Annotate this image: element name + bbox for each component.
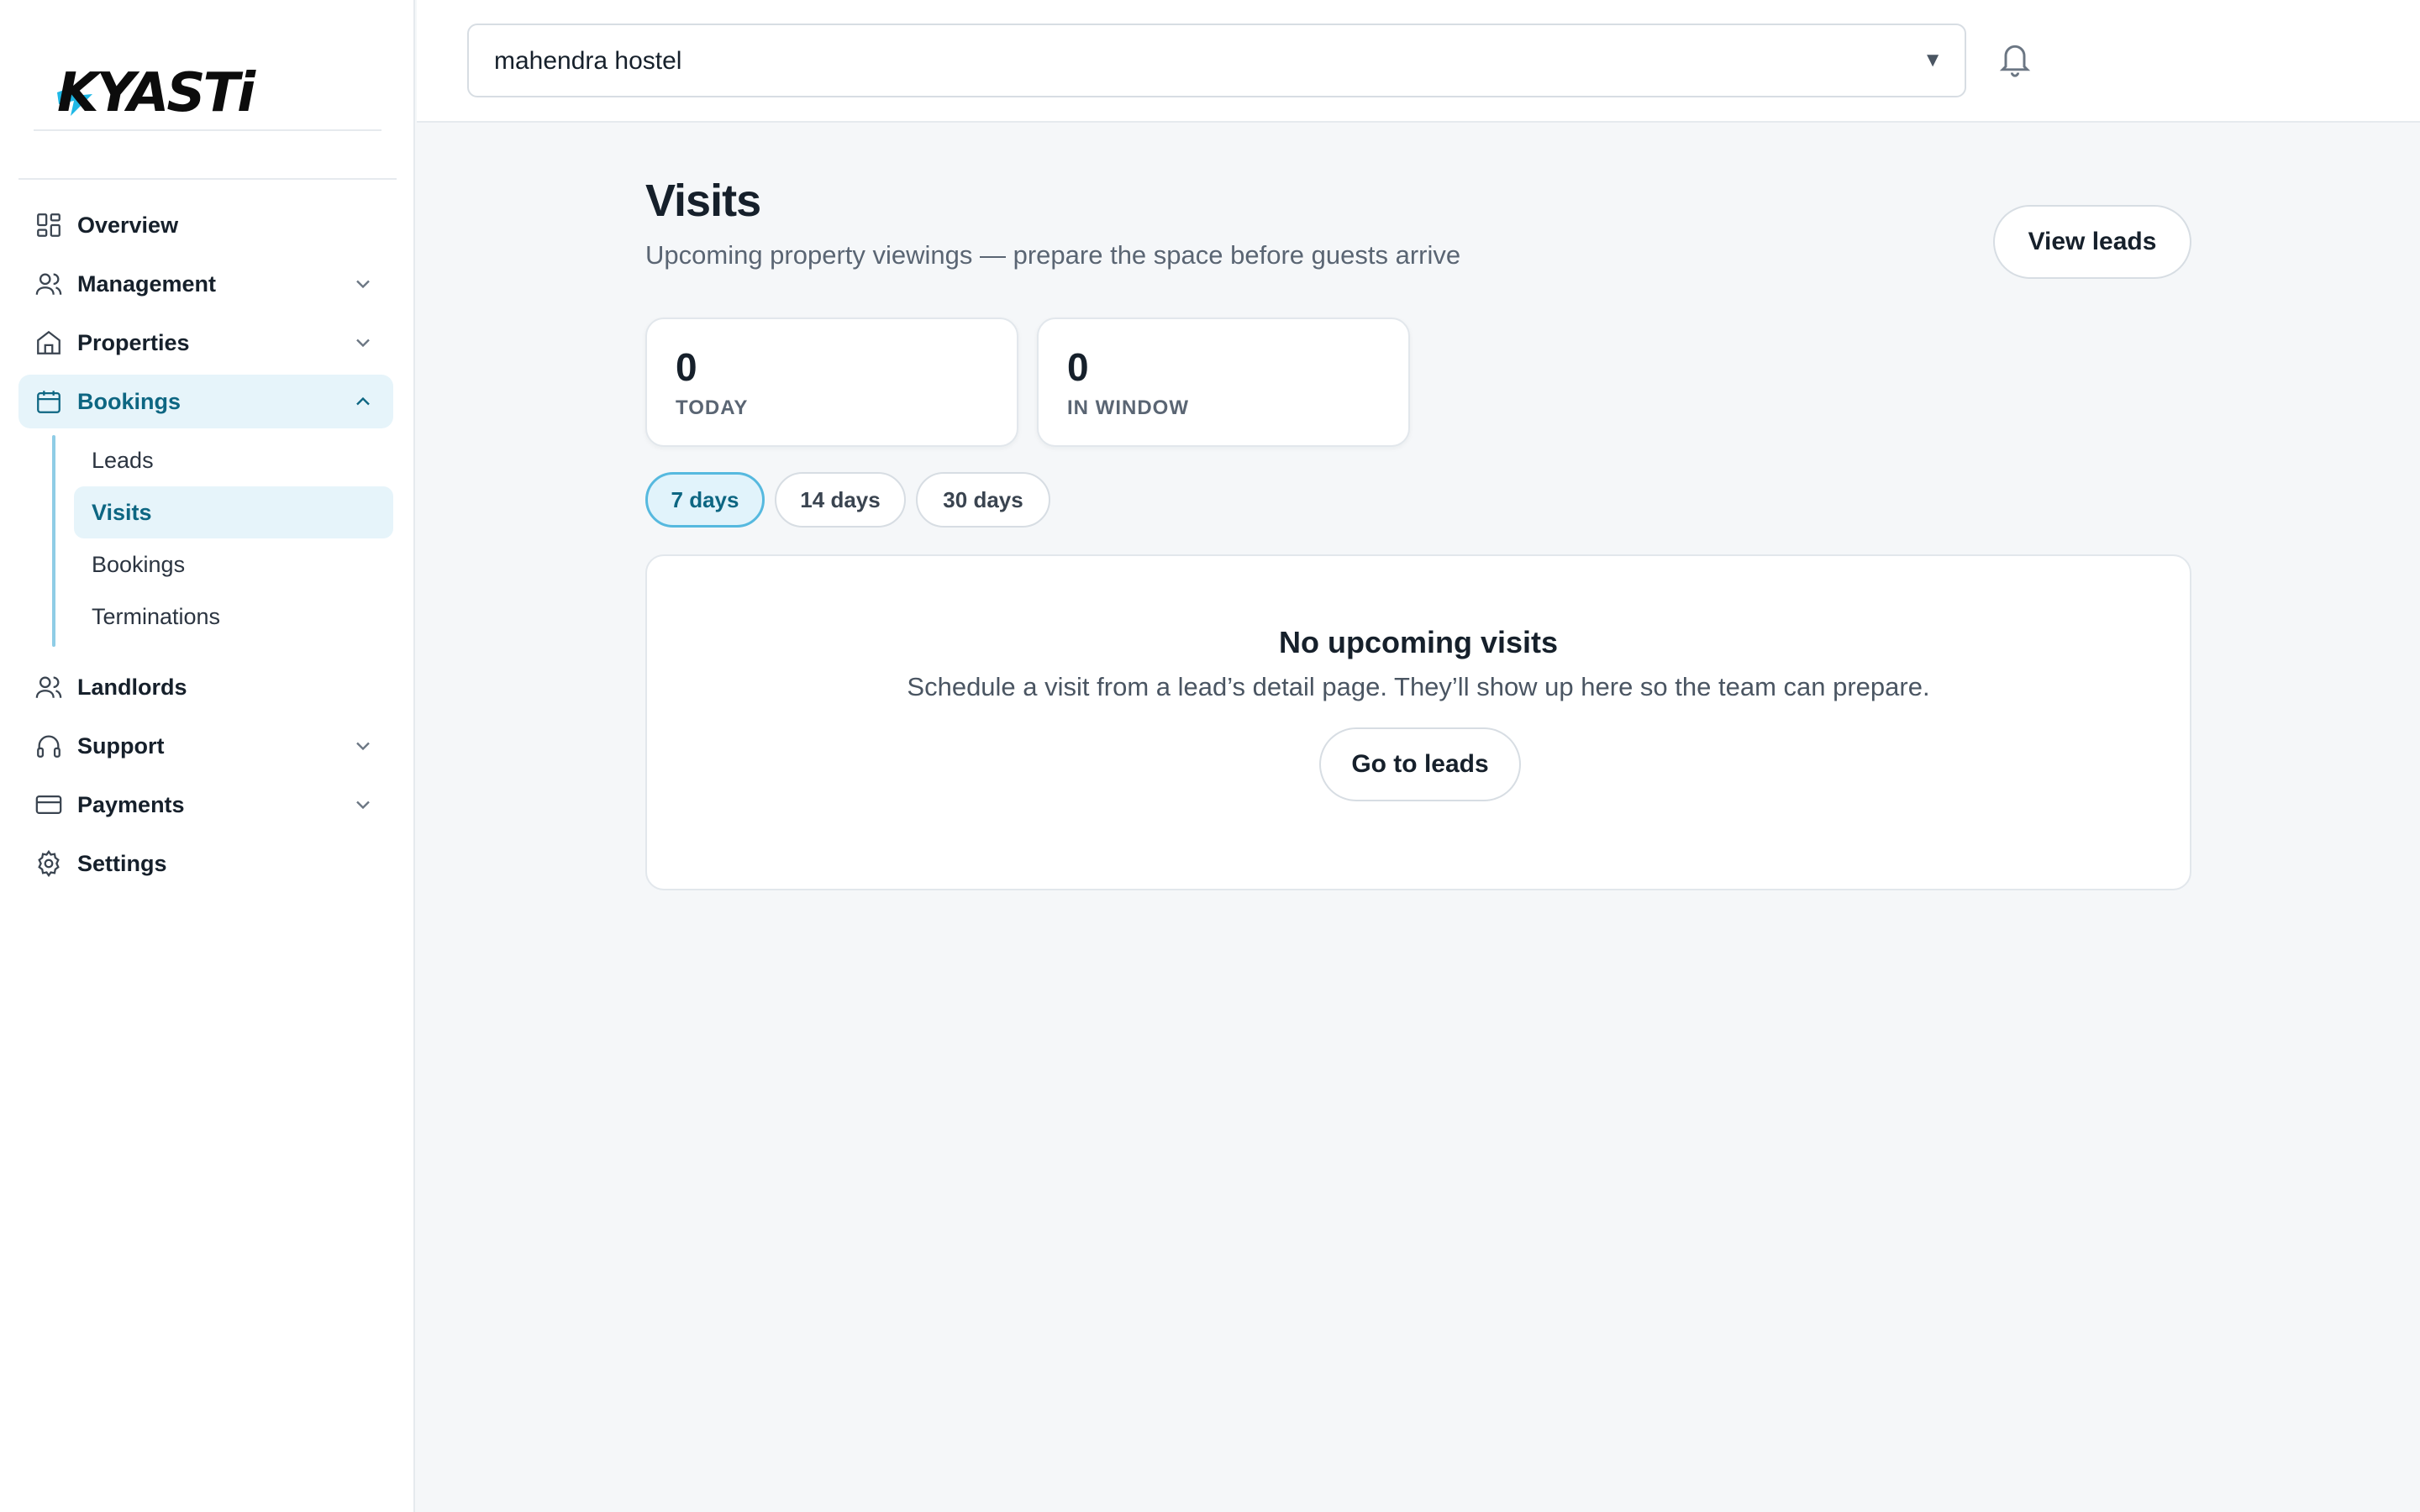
stat-value: 0 <box>1067 345 1089 389</box>
page-title: Visits <box>645 176 761 226</box>
users-icon <box>34 672 64 702</box>
sidebar-subitem-bookings[interactable]: Bookings <box>74 538 393 591</box>
sidebar-item-label: Management <box>77 270 217 297</box>
sidebar-item-label: Overview <box>77 212 179 238</box>
subnav-indicator <box>52 435 55 647</box>
empty-state-title: No upcoming visits <box>1278 625 1559 659</box>
page-subtitle: Upcoming property viewings — prepare the… <box>645 240 1461 270</box>
sidebar-item-overview[interactable]: Overview <box>18 198 393 252</box>
sidebar-subitem-leads[interactable]: Leads <box>74 434 393 486</box>
stat-label: TODAY <box>676 396 749 419</box>
brand-logo[interactable]: KYASTi <box>34 47 381 131</box>
sidebar: KYASTi Overview Management Properties Bo… <box>0 0 415 1512</box>
sidebar-subitem-label: Leads <box>92 447 154 473</box>
sidebar-item-landlords[interactable]: Landlords <box>18 660 393 714</box>
range-chip-14-days[interactable]: 14 days <box>775 472 906 528</box>
chevron-down-icon <box>356 742 370 751</box>
sidebar-subitem-terminations[interactable]: Terminations <box>74 591 393 643</box>
sidebar-item-label: Landlords <box>77 674 187 700</box>
empty-state-description: Schedule a visit from a lead’s detail pa… <box>907 672 1930 701</box>
stat-label: IN WINDOW <box>1067 396 1189 419</box>
sidebar-subitem-label: Terminations <box>92 603 221 629</box>
bell-icon[interactable] <box>1996 39 2033 79</box>
sidebar-item-payments[interactable]: Payments <box>18 778 393 832</box>
home-icon <box>34 328 64 358</box>
credit-card-icon <box>34 790 64 820</box>
sidebar-item-label: Settings <box>77 850 167 876</box>
stat-card-in-window: 0 IN WINDOW <box>1037 318 1410 447</box>
calendar-icon <box>34 386 64 417</box>
sidebar-item-label: Support <box>77 732 165 759</box>
top-header: mahendra hostel ▼ <box>417 0 2420 123</box>
sidebar-item-settings[interactable]: Settings <box>18 837 393 890</box>
chevron-down-icon <box>356 339 370 348</box>
chevron-down-icon <box>356 280 370 289</box>
sidebar-subitem-label: Bookings <box>92 551 186 577</box>
sidebar-item-label: Bookings <box>77 388 182 414</box>
logo-text: KYASTi <box>57 62 255 124</box>
go-to-leads-button[interactable]: Go to leads <box>1319 727 1521 801</box>
empty-state-card: No upcoming visits Schedule a visit from… <box>645 554 2191 890</box>
view-leads-button[interactable]: View leads <box>1993 205 2191 279</box>
sidebar-item-label: Properties <box>77 329 190 355</box>
sidebar-item-management[interactable]: Management <box>18 257 393 311</box>
sidebar-item-properties[interactable]: Properties <box>18 316 393 370</box>
property-select-value: mahendra hostel <box>494 47 682 75</box>
gear-icon <box>34 848 64 879</box>
grid-icon <box>34 210 64 240</box>
chevron-up-icon <box>356 396 370 406</box>
sidebar-subitem-label: Visits <box>92 499 152 525</box>
chevron-down-icon <box>356 801 370 810</box>
sidebar-item-support[interactable]: Support <box>18 719 393 773</box>
sidebar-subitem-visits[interactable]: Visits <box>74 486 393 538</box>
stat-card-today: 0 TODAY <box>645 318 1018 447</box>
range-chip-7-days[interactable]: 7 days <box>645 472 765 528</box>
range-chip-30-days[interactable]: 30 days <box>916 472 1050 528</box>
headphones-icon <box>34 731 64 761</box>
sidebar-item-bookings[interactable]: Bookings <box>18 375 393 428</box>
property-select[interactable]: mahendra hostel ▼ <box>467 24 1966 97</box>
sidebar-divider <box>18 178 397 180</box>
sidebar-item-label: Payments <box>77 791 185 817</box>
users-icon <box>34 269 64 299</box>
caret-down-icon: ▼ <box>1923 49 1943 71</box>
stat-value: 0 <box>676 345 697 389</box>
